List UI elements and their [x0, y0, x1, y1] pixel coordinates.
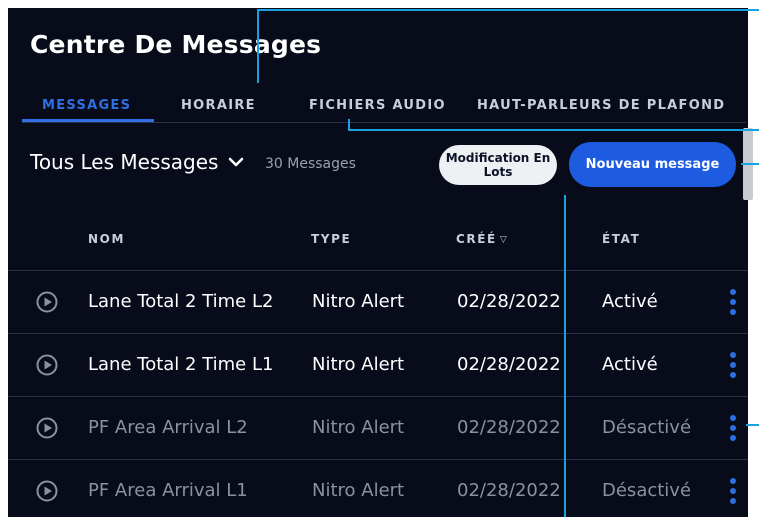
- kebab-menu-icon[interactable]: [728, 478, 738, 506]
- column-header-state[interactable]: ÉTAT: [602, 232, 640, 246]
- message-count: 30 Messages: [265, 156, 356, 172]
- page-title: Centre De Messages: [30, 30, 322, 59]
- row-created: 02/28/2022: [457, 480, 561, 501]
- tab-ceiling-speakers[interactable]: HAUT-PARLEURS DE PLAFOND: [477, 98, 725, 113]
- column-header-created[interactable]: CRÉÉ ▽: [456, 232, 508, 246]
- message-filter-dropdown[interactable]: Tous Les Messages: [30, 150, 244, 174]
- play-circle-icon[interactable]: [36, 354, 58, 376]
- annotation-line: [257, 9, 759, 11]
- row-name: PF Area Arrival L1: [88, 480, 248, 501]
- row-state: Désactivé: [602, 417, 692, 438]
- row-type: Nitro Alert: [312, 417, 405, 438]
- row-name: Lane Total 2 Time L2: [88, 291, 274, 312]
- chevron-down-icon: [229, 157, 244, 167]
- row-name: PF Area Arrival L2: [88, 417, 248, 438]
- row-created: 02/28/2022: [457, 291, 561, 312]
- new-message-button[interactable]: Nouveau message: [569, 142, 736, 187]
- annotation-line: [741, 163, 759, 165]
- column-header-type[interactable]: TYPE: [311, 232, 351, 246]
- row-created: 02/28/2022: [457, 417, 561, 438]
- active-tab-indicator: [22, 119, 154, 122]
- row-state: Activé: [602, 354, 658, 375]
- annotation-line: [564, 195, 566, 517]
- table-row[interactable]: Lane Total 2 Time L1 Nitro Alert 02/28/2…: [8, 333, 748, 397]
- filter-label: Tous Les Messages: [30, 150, 219, 174]
- tab-messages[interactable]: MESSAGES: [42, 98, 131, 113]
- message-center-app: Centre De Messages MESSAGES HORAIRE FICH…: [8, 8, 748, 517]
- tab-schedule[interactable]: HORAIRE: [181, 98, 256, 113]
- table-row[interactable]: Lane Total 2 Time L2 Nitro Alert 02/28/2…: [8, 270, 748, 334]
- kebab-menu-icon[interactable]: [728, 289, 738, 317]
- annotation-line: [257, 9, 259, 83]
- bulk-edit-button[interactable]: Modification En Lots: [439, 145, 557, 185]
- tab-bar: MESSAGES HORAIRE FICHIERS AUDIO HAUT-PAR…: [22, 94, 746, 123]
- table-row[interactable]: PF Area Arrival L1 Nitro Alert 02/28/202…: [8, 459, 748, 517]
- column-header-name[interactable]: NOM: [88, 232, 125, 246]
- play-circle-icon[interactable]: [36, 291, 58, 313]
- column-header-created-label: CRÉÉ: [456, 232, 497, 246]
- tab-audio-files[interactable]: FICHIERS AUDIO: [309, 98, 446, 113]
- annotation-line: [348, 129, 759, 131]
- kebab-menu-icon[interactable]: [728, 352, 738, 380]
- play-circle-icon[interactable]: [36, 480, 58, 502]
- table-row[interactable]: PF Area Arrival L2 Nitro Alert 02/28/202…: [8, 396, 748, 460]
- row-type: Nitro Alert: [312, 354, 405, 375]
- row-state: Désactivé: [602, 480, 692, 501]
- kebab-menu-icon[interactable]: [728, 415, 738, 443]
- annotation-line: [746, 424, 759, 426]
- row-created: 02/28/2022: [457, 354, 561, 375]
- row-type: Nitro Alert: [312, 480, 405, 501]
- row-state: Activé: [602, 291, 658, 312]
- sort-desc-icon: ▽: [499, 235, 509, 245]
- row-name: Lane Total 2 Time L1: [88, 354, 274, 375]
- play-circle-icon[interactable]: [36, 417, 58, 439]
- row-type: Nitro Alert: [312, 291, 405, 312]
